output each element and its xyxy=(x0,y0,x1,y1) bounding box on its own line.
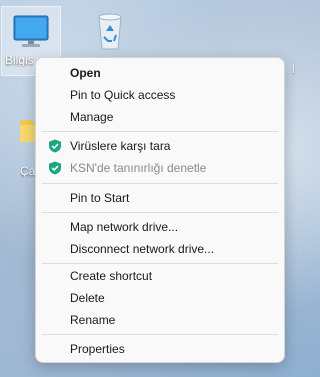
menu-item-create-shortcut[interactable]: Create shortcut xyxy=(36,265,284,287)
menu-item-rename-label: Rename xyxy=(70,313,116,327)
kaspersky-shield-icon xyxy=(49,161,61,175)
recycle-bin-icon xyxy=(98,13,122,50)
menu-item-virus-scan[interactable]: Virüslere karşı tara xyxy=(36,135,284,157)
menu-item-rename[interactable]: Rename xyxy=(36,309,284,331)
menu-separator xyxy=(42,183,278,184)
recycle-bin-desktop-icon[interactable] xyxy=(81,6,139,58)
menu-item-ksn-reputation[interactable]: KSN'de tanınırlığı denetle xyxy=(36,157,284,179)
kaspersky-shield-icon xyxy=(49,139,61,153)
context-menu: Open Pin to Quick access Manage Virüsler… xyxy=(35,57,285,363)
right-edge-label: l xyxy=(292,62,295,76)
menu-item-pin-to-start-label: Pin to Start xyxy=(70,191,130,205)
menu-item-map-network-drive-label: Map network drive... xyxy=(70,220,179,234)
menu-item-disconnect-network-drive-label: Disconnect network drive... xyxy=(70,242,215,256)
this-pc-label: Bilgis xyxy=(5,53,34,67)
menu-item-properties-label: Properties xyxy=(70,342,125,356)
menu-item-virus-scan-label: Virüslere karşı tara xyxy=(70,139,171,153)
menu-item-properties[interactable]: Properties xyxy=(36,338,284,360)
menu-item-disconnect-network-drive[interactable]: Disconnect network drive... xyxy=(36,238,284,260)
folder-label: Ça xyxy=(20,164,36,178)
menu-separator xyxy=(42,212,278,213)
menu-item-create-shortcut-label: Create shortcut xyxy=(70,269,153,283)
menu-separator xyxy=(42,131,278,132)
menu-item-delete-label: Delete xyxy=(70,291,105,305)
menu-item-pin-quick-access-label: Pin to Quick access xyxy=(70,88,176,102)
menu-separator xyxy=(42,334,278,335)
monitor-icon xyxy=(13,15,49,47)
menu-item-map-network-drive[interactable]: Map network drive... xyxy=(36,216,284,238)
menu-item-pin-quick-access[interactable]: Pin to Quick access xyxy=(36,84,284,106)
menu-item-open[interactable]: Open xyxy=(36,62,284,84)
menu-item-manage-label: Manage xyxy=(70,110,114,124)
menu-item-manage[interactable]: Manage xyxy=(36,106,284,128)
menu-separator xyxy=(42,263,278,264)
menu-item-pin-to-start[interactable]: Pin to Start xyxy=(36,187,284,209)
menu-item-open-label: Open xyxy=(70,66,101,80)
menu-item-delete[interactable]: Delete xyxy=(36,287,284,309)
menu-item-ksn-reputation-label: KSN'de tanınırlığı denetle xyxy=(70,161,207,175)
